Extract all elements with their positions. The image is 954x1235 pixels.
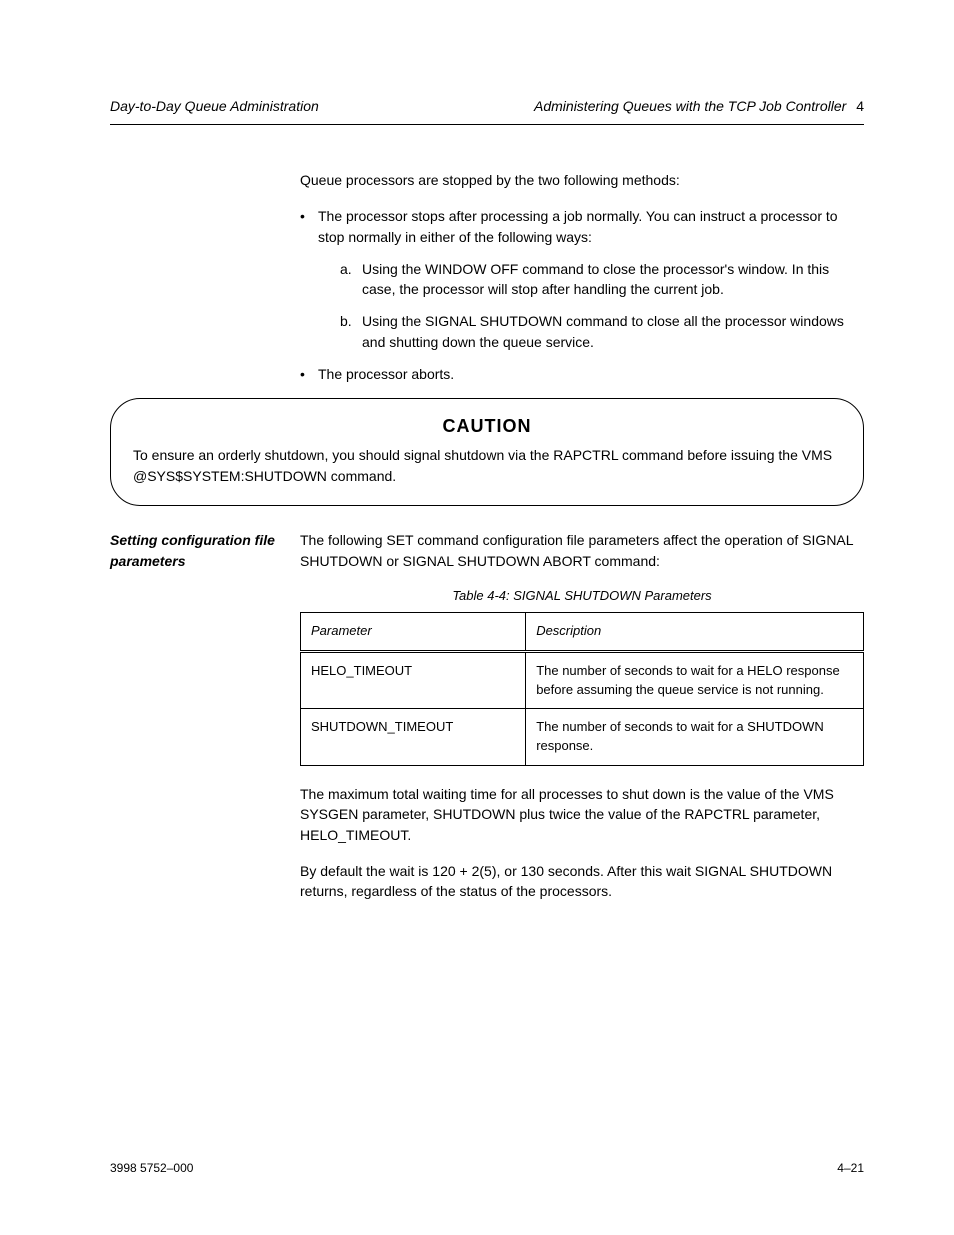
table-caption: Table 4-4: SIGNAL SHUTDOWN Parameters (300, 587, 864, 606)
header-left: Day-to-Day Queue Administration (110, 98, 319, 114)
bullet-text: The processor aborts. (318, 364, 864, 384)
intro-paragraph: Queue processors are stopped by the two … (300, 170, 864, 190)
table-cell: The number of seconds to wait for a SHUT… (526, 709, 864, 766)
sub-bullet-text: Using the SIGNAL SHUTDOWN command to clo… (362, 311, 864, 352)
header-right-num: 4 (856, 98, 864, 114)
table-cell: HELO_TIMEOUT (301, 651, 526, 709)
table-header-cell: Description (526, 612, 864, 651)
page-body: Queue processors are stopped by the two … (110, 170, 864, 918)
bullet-icon: • (300, 206, 318, 247)
caution-text: To ensure an orderly shutdown, you shoul… (133, 445, 841, 487)
parameter-table: Parameter Description HELO_TIMEOUT The n… (300, 612, 864, 766)
sub-bullet-item: b. Using the SIGNAL SHUTDOWN command to … (340, 311, 864, 352)
section-post-text-1: The maximum total waiting time for all p… (300, 784, 864, 845)
caution-title: CAUTION (133, 413, 841, 439)
bullet-item: • The processor aborts. (300, 364, 864, 384)
table-cell: The number of seconds to wait for a HELO… (526, 651, 864, 709)
header-right-italic: Administering Queues with the TCP Job Co… (534, 98, 846, 114)
table-header-row: Parameter Description (301, 612, 864, 651)
table-cell: SHUTDOWN_TIMEOUT (301, 709, 526, 766)
bullet-icon: • (300, 364, 318, 384)
bullet-item: • The processor stops after processing a… (300, 206, 864, 247)
sub-bullet-mark: b. (340, 311, 362, 352)
table-row: SHUTDOWN_TIMEOUT The number of seconds t… (301, 709, 864, 766)
section-two-column: Setting configuration file parameters Th… (110, 530, 864, 917)
section-post-text-2: By default the wait is 120 + 2(5), or 13… (300, 861, 864, 902)
page-footer: 3998 5752–000 4–21 (110, 1161, 864, 1175)
footer-left: 3998 5752–000 (110, 1161, 193, 1175)
sub-bullet-mark: a. (340, 259, 362, 300)
section-content: The following SET command configuration … (300, 530, 864, 917)
header-right: Administering Queues with the TCP Job Co… (534, 98, 864, 114)
header-rule (110, 124, 864, 125)
table-row: HELO_TIMEOUT The number of seconds to wa… (301, 651, 864, 709)
bullet-text: The processor stops after processing a j… (318, 206, 864, 247)
footer-right: 4–21 (837, 1161, 864, 1175)
page: Day-to-Day Queue Administration Administ… (0, 0, 954, 1235)
sub-bullet-text: Using the WINDOW OFF command to close th… (362, 259, 864, 300)
section-intro: The following SET command configuration … (300, 530, 864, 571)
caution-box: CAUTION To ensure an orderly shutdown, y… (110, 398, 864, 506)
section-side-heading: Setting configuration file parameters (110, 530, 300, 571)
sub-bullet-item: a. Using the WINDOW OFF command to close… (340, 259, 864, 300)
table-header-cell: Parameter (301, 612, 526, 651)
page-header: Day-to-Day Queue Administration Administ… (110, 98, 864, 114)
